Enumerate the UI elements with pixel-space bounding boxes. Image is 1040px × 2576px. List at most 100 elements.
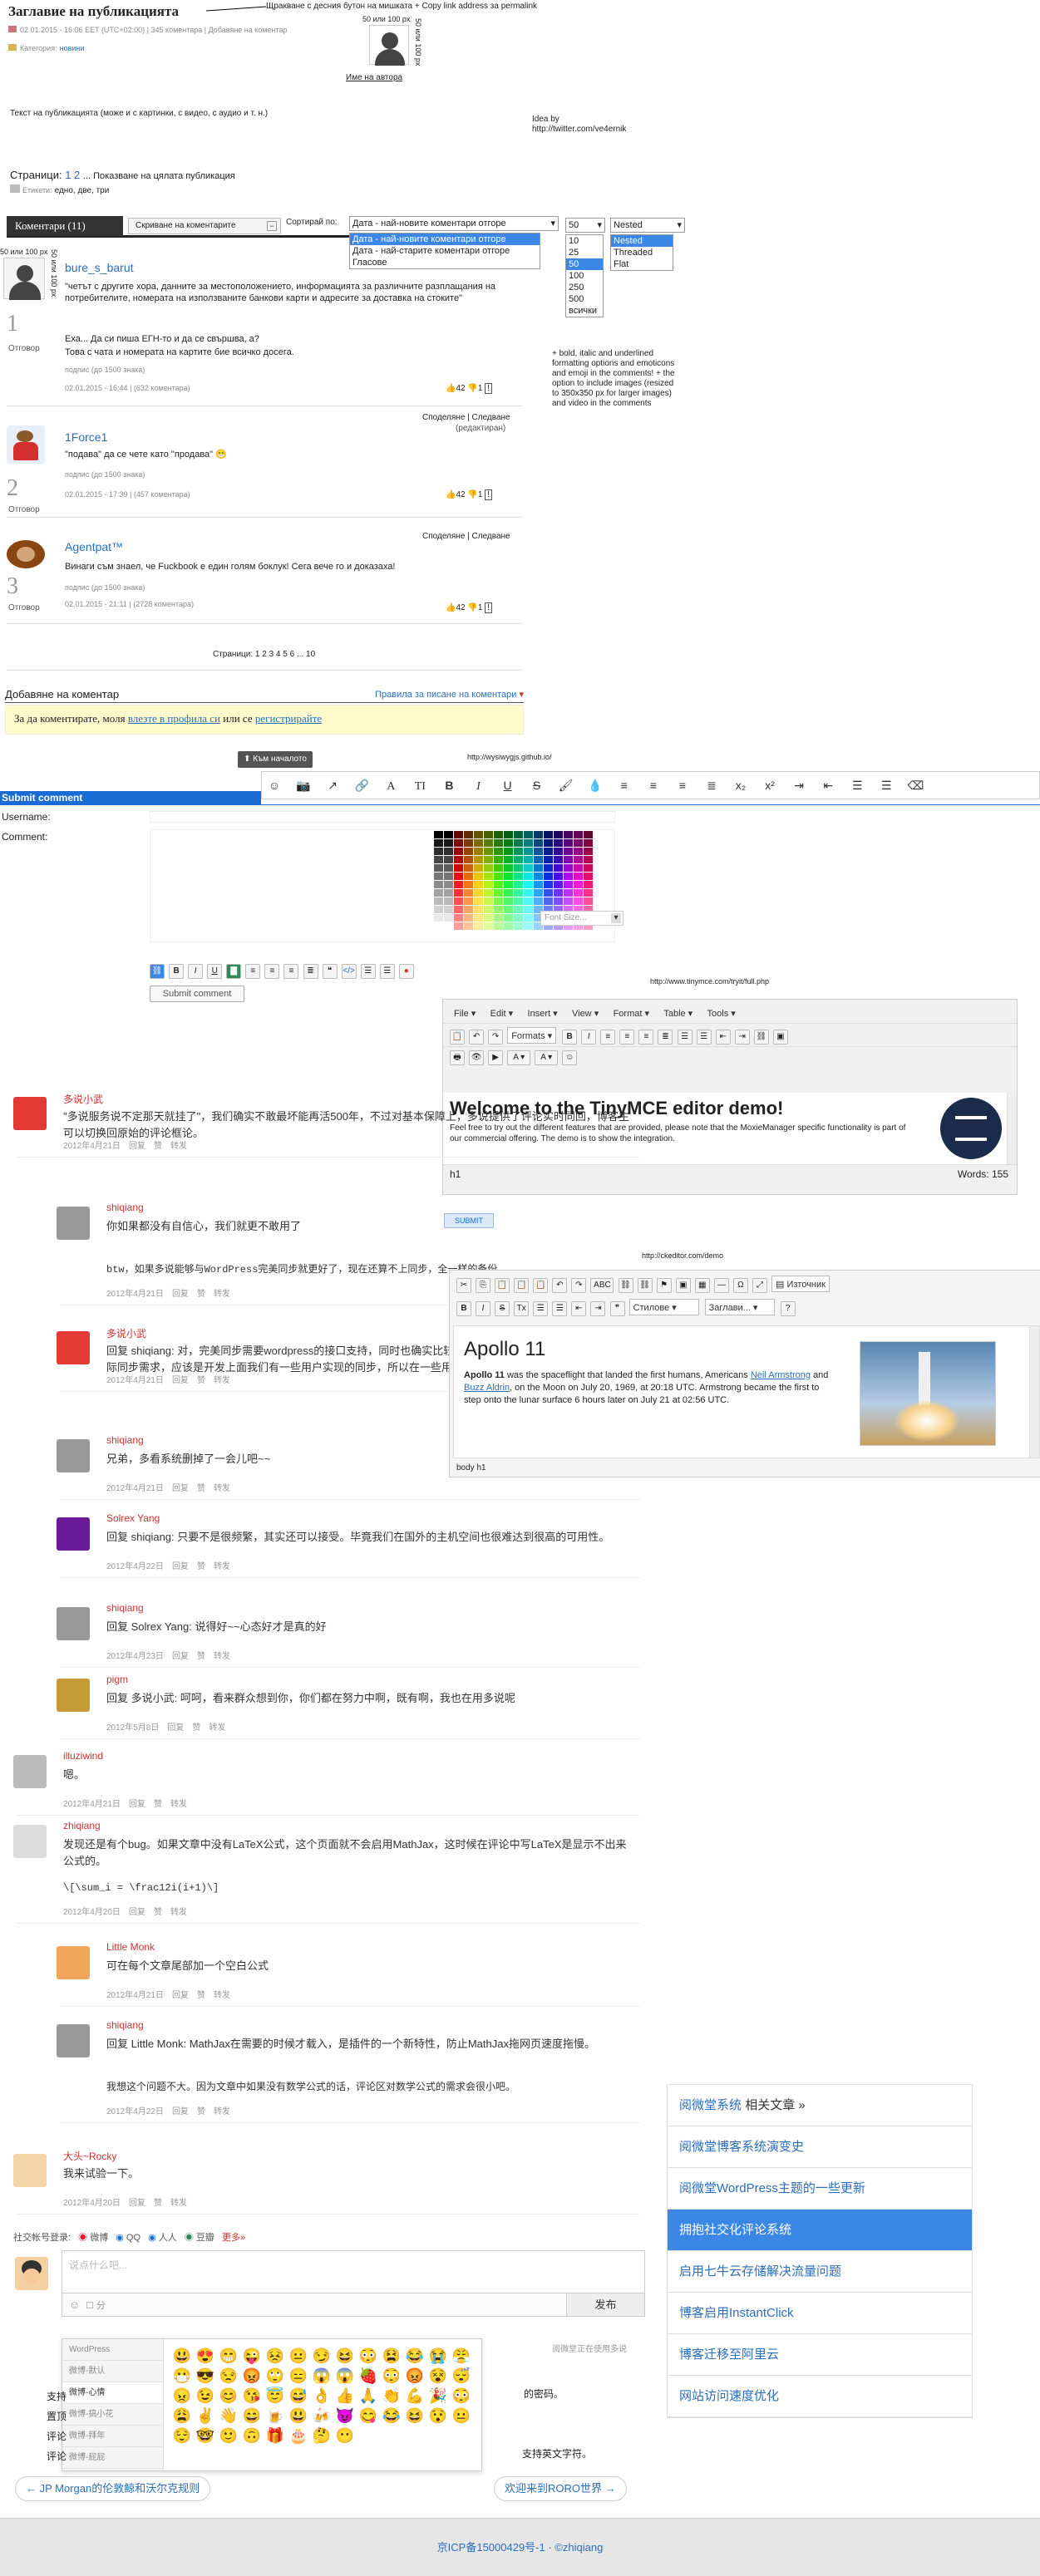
color-swatch[interactable] [564, 889, 573, 897]
color-swatch[interactable] [474, 839, 483, 847]
color-swatch[interactable] [514, 873, 523, 880]
preview-icon[interactable]: 👁 [469, 1050, 485, 1065]
comments-tab[interactable]: Коментари (11) [7, 216, 123, 236]
color-swatch[interactable] [524, 889, 533, 897]
code-icon[interactable]: </> [341, 964, 357, 979]
color-swatch[interactable] [494, 881, 503, 888]
hide-comments-button[interactable]: Скриване на коментарите − [128, 218, 281, 234]
emoji-item[interactable]: 🤓 [194, 2427, 217, 2447]
color-swatch[interactable] [514, 889, 523, 897]
fill-icon[interactable]: 💧 [586, 777, 604, 794]
color-swatch[interactable] [454, 906, 463, 913]
color-swatch[interactable] [574, 864, 583, 872]
color-swatch[interactable] [444, 881, 453, 888]
link-icon[interactable]: ⛓ [618, 1278, 633, 1293]
font-size-select[interactable]: Font Size... ▾ [540, 911, 624, 926]
color-swatch[interactable] [564, 848, 573, 855]
color-swatch[interactable] [554, 831, 563, 838]
outdent-icon[interactable]: ⇤ [715, 1030, 731, 1045]
emoji-item[interactable]: 😁 [217, 2347, 240, 2367]
color-swatch[interactable] [494, 856, 503, 863]
color-swatch[interactable] [514, 831, 523, 838]
color-swatch[interactable] [514, 906, 523, 913]
indent-icon[interactable]: ⇥ [590, 1301, 606, 1316]
per-page-option[interactable]: всички [566, 305, 603, 317]
unordered-list-icon[interactable]: ☰ [877, 777, 895, 794]
bold-icon[interactable]: B [169, 964, 185, 979]
color-swatch[interactable] [504, 856, 513, 863]
redo-icon[interactable]: ↷ [488, 1030, 504, 1045]
color-swatch[interactable] [564, 864, 573, 872]
per-page-option[interactable]: 250 [566, 282, 603, 293]
thumb-up-icon[interactable]: 👍 [446, 384, 456, 393]
menu-view[interactable]: View ▾ [568, 1005, 603, 1021]
menu-insert[interactable]: Insert ▾ [524, 1005, 562, 1021]
color-swatch[interactable] [524, 906, 533, 913]
color-swatch[interactable] [464, 831, 473, 838]
emoji-item[interactable]: 😐 [287, 2347, 310, 2367]
commenter-name[interactable]: 大头~Rocky [63, 2149, 116, 2163]
emoji-item[interactable]: 😫 [380, 2347, 403, 2367]
emoji-item[interactable]: 😐 [450, 2407, 473, 2427]
comment-action[interactable]: 赞 [197, 1376, 205, 1385]
emoji-tab[interactable]: 微博-拜年 [62, 2426, 163, 2447]
numbered-list-icon[interactable]: ☰ [533, 1301, 549, 1316]
color-swatch[interactable] [434, 881, 443, 888]
thumb-down-icon[interactable]: 👎 [467, 490, 477, 499]
undo-icon[interactable]: ↶ [469, 1030, 485, 1045]
comment-action[interactable]: 转发 [214, 2107, 230, 2116]
comment-pagination[interactable]: Страници: 1 2 3 4 5 6 ... 10 [213, 650, 315, 659]
color-swatch[interactable] [514, 922, 523, 930]
color-swatch[interactable] [484, 889, 493, 897]
align-center-icon[interactable]: ≡ [644, 777, 663, 794]
color-swatch[interactable] [474, 906, 483, 913]
comment-action[interactable]: 回复 [172, 1562, 189, 1571]
emoji-item[interactable]: 😃 [287, 2407, 310, 2427]
color-swatch[interactable] [494, 831, 503, 838]
color-swatch[interactable] [484, 831, 493, 838]
sidebar-item[interactable]: 拥抱社交化评论系统 [668, 2210, 972, 2251]
comment-action[interactable]: 赞 [197, 1562, 205, 1571]
color-swatch[interactable] [584, 848, 593, 855]
comment-action[interactable]: 赞 [154, 1908, 162, 1917]
color-swatch[interactable] [484, 914, 493, 922]
prev-post-button[interactable]: ← JP Morgan的伦敦鲸和沃尔克规则 [15, 2476, 211, 2501]
comment-author[interactable]: bure_s_barut [65, 261, 134, 274]
color-swatch[interactable] [534, 897, 543, 905]
justify-icon[interactable]: ≣ [303, 964, 318, 979]
login-link[interactable]: влезте в профила си [128, 712, 220, 725]
link-icon[interactable]: ⛓ [753, 1030, 769, 1045]
commenter-name[interactable]: Little Monk [106, 1941, 155, 1953]
commenter-avatar[interactable] [57, 1946, 90, 1979]
color-swatch[interactable] [454, 914, 463, 922]
paste-icon[interactable]: 📋 [450, 1030, 465, 1045]
color-swatch[interactable] [474, 922, 483, 930]
emoji-item[interactable]: 👍 [333, 2387, 357, 2407]
quote-icon[interactable]: ❝ [322, 964, 338, 979]
color-swatch[interactable] [564, 897, 573, 905]
color-swatch[interactable] [534, 856, 543, 863]
color-swatch[interactable] [554, 856, 563, 863]
unlink-icon[interactable]: ⛓ [637, 1278, 653, 1293]
omega-icon[interactable]: Ω [732, 1278, 748, 1293]
color-swatch[interactable] [514, 839, 523, 847]
submit-comment-button[interactable]: Submit comment [150, 986, 244, 1002]
color-swatch[interactable] [434, 831, 443, 838]
emoji-item[interactable]: 👌 [310, 2387, 333, 2407]
sort-option[interactable]: Дата - най-новите коментари отгоре [350, 234, 540, 245]
emoji-item[interactable]: 😯 [426, 2407, 450, 2427]
color-swatch[interactable] [524, 864, 533, 872]
color-swatch[interactable] [464, 856, 473, 863]
table-icon[interactable]: ▦ [694, 1278, 710, 1293]
justify-icon[interactable]: ≣ [658, 1030, 673, 1045]
emoji-item[interactable]: 😌 [170, 2427, 194, 2447]
user-avatar[interactable] [7, 540, 45, 568]
underline-icon[interactable]: U [207, 964, 223, 979]
color-swatch[interactable] [434, 897, 443, 905]
color-swatch[interactable] [544, 881, 553, 888]
color-swatch[interactable] [544, 831, 553, 838]
color-swatch[interactable] [474, 831, 483, 838]
color-swatch[interactable] [544, 889, 553, 897]
color-swatch[interactable] [504, 831, 513, 838]
color-swatch[interactable] [444, 914, 453, 922]
